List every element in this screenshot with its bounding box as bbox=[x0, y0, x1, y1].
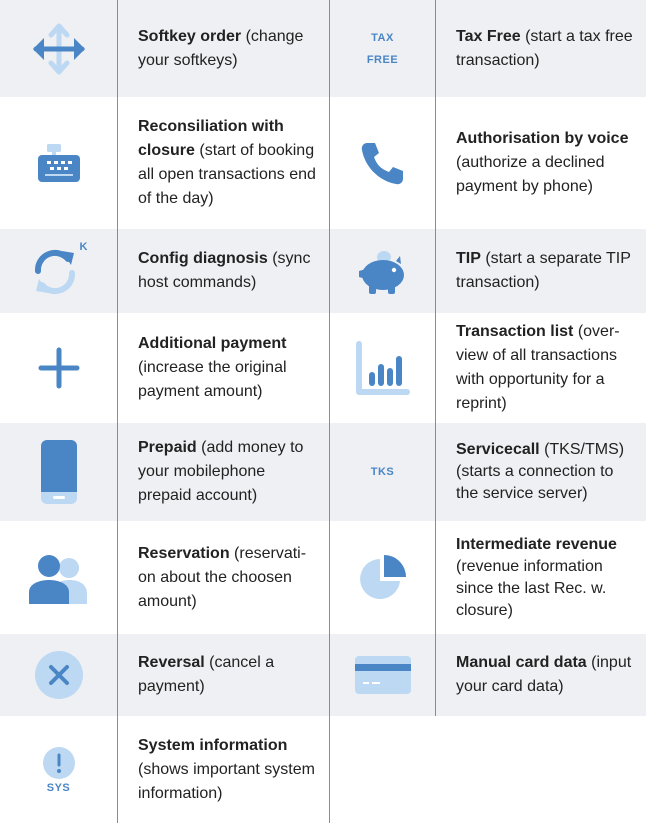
row3-right-text: TIP (start a separate TIP transaction) bbox=[436, 229, 646, 313]
row7-right-icon-cell bbox=[330, 634, 436, 716]
sync-icon bbox=[34, 249, 75, 295]
plus-icon bbox=[38, 347, 79, 389]
row8-left-icon-cell: SYS bbox=[0, 716, 118, 823]
pie-chart-icon bbox=[359, 554, 406, 599]
row2-right-text: Authorisation by voice (authorize a decl… bbox=[456, 130, 629, 195]
row2-left-text: Reconsiliation with closure (start of bo… bbox=[118, 97, 330, 229]
row5-left-icon-cell bbox=[0, 423, 118, 521]
credit-card-icon bbox=[354, 656, 411, 694]
row4-right-text: Transaction list (over-view of all trans… bbox=[456, 323, 620, 412]
row1-right-icon-cell: TAX FREE bbox=[330, 0, 436, 97]
row6-right-text: Intermediate revenue (revenue informatio… bbox=[456, 535, 617, 619]
system-info-icon bbox=[42, 746, 75, 779]
softkey-reference-table: Softkey order (change your softkeys) TAX… bbox=[0, 0, 646, 823]
row6-right-icon-cell bbox=[330, 521, 436, 634]
row1-left-text: Softkey order (change your softkeys) bbox=[118, 0, 330, 97]
row8-left-text: System information (shows important syst… bbox=[118, 716, 330, 823]
row3-left-icon-cell: K bbox=[0, 229, 118, 313]
row5-right-text: Servicecall (TKS/TMS) (starts a connecti… bbox=[436, 423, 646, 521]
row6-left-icon-cell bbox=[0, 521, 118, 634]
row7-right-text: Manual card data (input your card data) bbox=[436, 634, 646, 716]
row8-right-empty-text bbox=[436, 716, 646, 823]
row4-left-text: Additional payment (increase the origina… bbox=[118, 313, 330, 423]
bar-chart-icon bbox=[355, 341, 410, 395]
users-icon bbox=[28, 554, 87, 604]
row4-left-icon-cell bbox=[0, 313, 118, 423]
tax-free-icon: TAX FREE bbox=[366, 31, 399, 66]
row6-left-text: Reservation (reservati-on about the choo… bbox=[118, 521, 330, 634]
cash-register-icon bbox=[37, 144, 80, 182]
sys-label: SYS bbox=[46, 781, 71, 794]
row1-left-icon-cell bbox=[0, 0, 118, 97]
row7-left-text: Reversal (cancel a payment) bbox=[118, 634, 330, 716]
row3-right-icon-cell bbox=[330, 229, 436, 313]
row4-right-icon-cell bbox=[330, 313, 436, 423]
row5-right-icon-cell: TKS bbox=[330, 423, 436, 521]
row8-right-empty-icon bbox=[330, 716, 436, 823]
row2-left-icon-cell bbox=[0, 97, 118, 229]
cancel-icon bbox=[34, 651, 83, 699]
phone-icon bbox=[361, 143, 403, 185]
row2-right-icon-cell bbox=[330, 97, 436, 229]
row3-left-text: Config diagnosis (sync host commands) bbox=[118, 229, 330, 313]
row7-left-icon-cell bbox=[0, 634, 118, 716]
k-superscript: K bbox=[79, 241, 88, 253]
arrows-move-icon bbox=[32, 23, 85, 74]
mobile-phone-icon bbox=[40, 440, 77, 504]
row1-right-text: Tax Free (start a tax free transaction) bbox=[436, 0, 646, 97]
piggy-bank-icon bbox=[358, 251, 404, 294]
row5-left-text: Prepaid (add money to your mobilephone p… bbox=[118, 423, 330, 521]
tks-icon: TKS bbox=[370, 466, 395, 478]
